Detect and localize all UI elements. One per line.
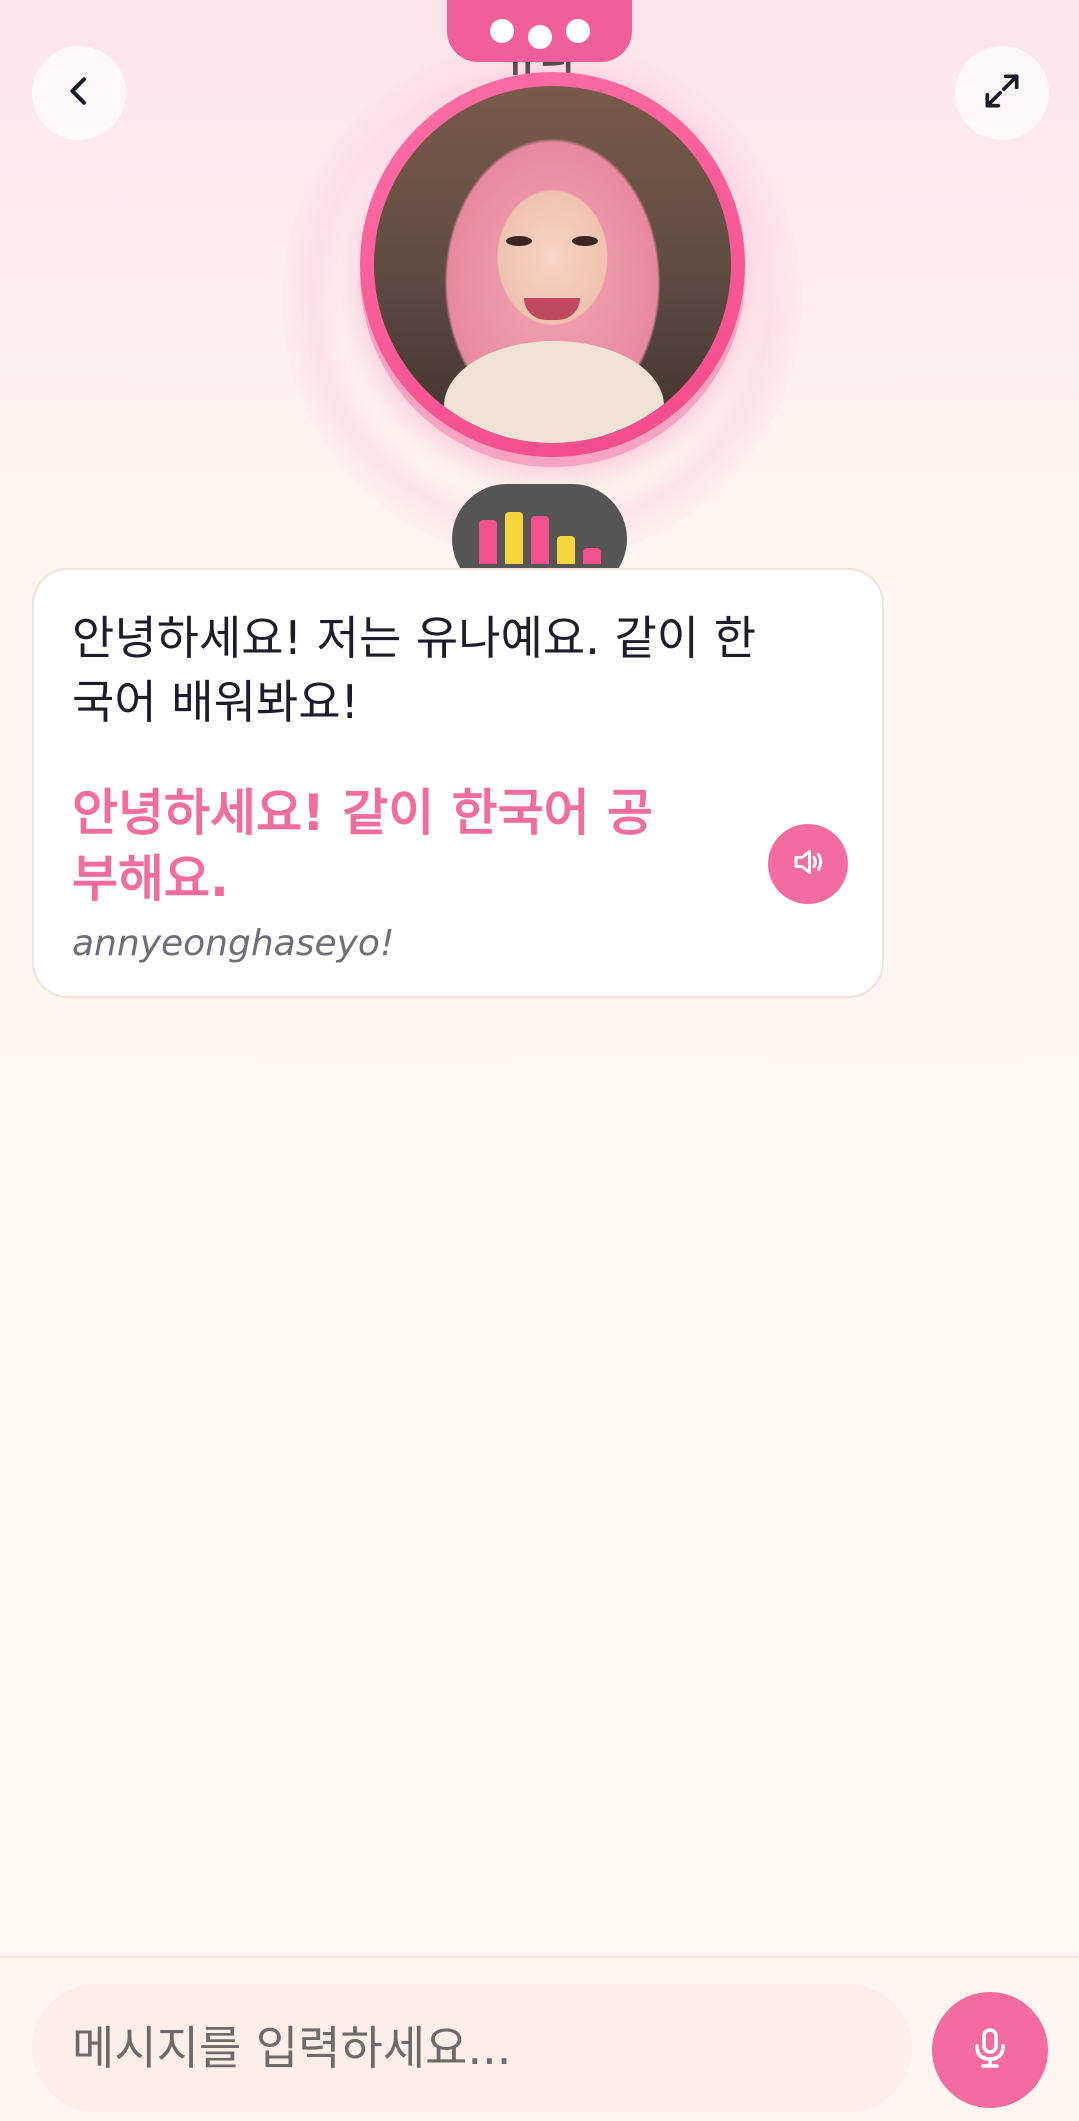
- microphone-icon: [966, 2024, 1014, 2076]
- message-korean: 안녕하세요! 같이 한국어 공부해요.: [72, 784, 654, 908]
- voice-bar: [530, 516, 549, 564]
- message-text: 안녕하세요! 저는 유나예요. 같이 한국어 배워봐요!: [72, 611, 757, 729]
- message-romanization: annyeonghaseyo!: [72, 923, 395, 964]
- message-input-container[interactable]: [32, 1984, 912, 2112]
- message-input[interactable]: [72, 2021, 872, 2075]
- message-bubble: 안녕하세요! 저는 유나예요. 같이 한국어 배워봐요! 안녕하세요! 같이 한…: [32, 568, 884, 998]
- typing-indicator: [447, 0, 632, 62]
- chevron-left-icon: [59, 71, 99, 115]
- avatar[interactable]: [374, 86, 731, 443]
- voice-bar: [478, 520, 497, 564]
- microphone-button[interactable]: [932, 1992, 1048, 2108]
- voice-bar: [504, 512, 523, 564]
- message-composer: [0, 1956, 1079, 2121]
- expand-icon: [980, 69, 1024, 117]
- speaker-icon: [790, 844, 826, 884]
- back-button[interactable]: [32, 46, 126, 140]
- voice-bar: [556, 536, 575, 564]
- play-audio-button[interactable]: [768, 824, 848, 904]
- voice-bar: [582, 548, 601, 564]
- expand-button[interactable]: [955, 46, 1049, 140]
